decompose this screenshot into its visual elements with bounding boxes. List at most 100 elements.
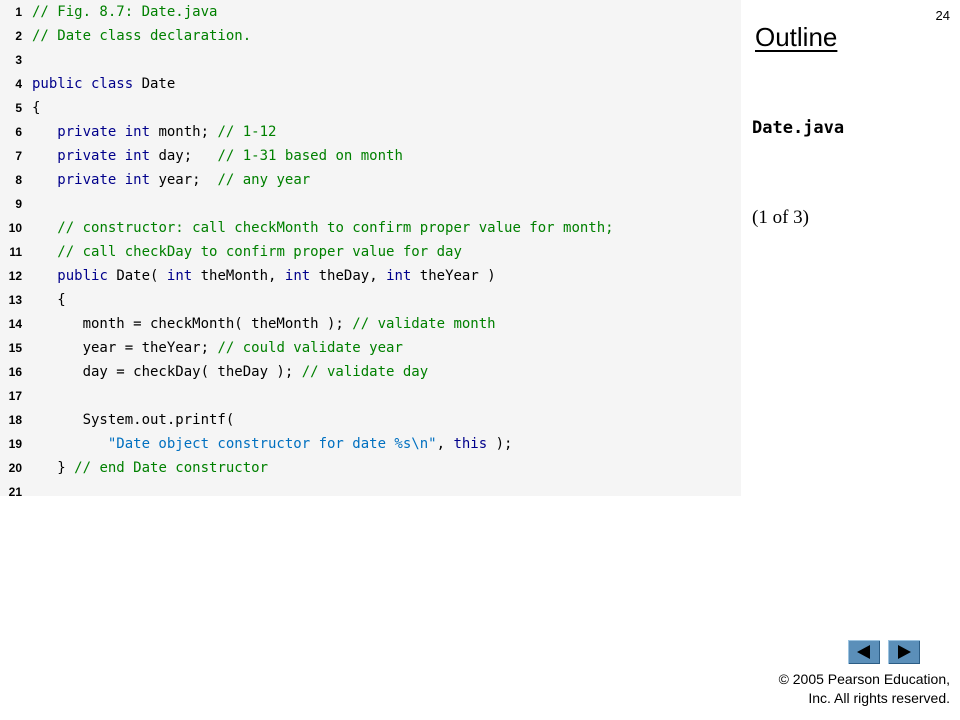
line-number: 19: [8, 437, 22, 451]
code-text: // Fig. 8.7: Date.java: [32, 0, 217, 24]
code-line: 6 private int month; // 1-12: [0, 120, 741, 144]
code-token: public class: [32, 76, 142, 92]
code-line: 1 // Fig. 8.7: Date.java: [0, 0, 741, 24]
code-token: theYear ): [419, 268, 496, 284]
code-token: // validate month: [352, 316, 496, 332]
code-token: );: [487, 436, 513, 452]
line-number: 18: [8, 413, 22, 427]
line-number: 5: [15, 101, 22, 115]
line-number: 8: [15, 173, 22, 187]
code-text: {: [32, 96, 40, 120]
line-number: 14: [8, 317, 22, 331]
code-text: // call checkDay to confirm proper value…: [32, 240, 462, 264]
code-token: // end Date constructor: [74, 460, 269, 476]
code-text: public Date( int theMonth, int theDay, i…: [32, 264, 496, 288]
code-line: 15 year = theYear; // could validate yea…: [0, 336, 741, 360]
code-token: // could validate year: [217, 340, 403, 356]
code-token: // validate day: [301, 364, 429, 380]
previous-slide-button[interactable]: [848, 640, 880, 664]
code-text: } // end Date constructor: [32, 456, 268, 480]
code-text: day = checkDay( theDay ); // validate da…: [32, 360, 429, 384]
code-token: // any year: [217, 172, 311, 188]
copyright-line-2: Inc. All rights reserved.: [808, 690, 950, 706]
triangle-left-icon: [857, 645, 870, 659]
code-token: // Date class declaration.: [32, 28, 252, 44]
file-name-label: Date.java: [752, 118, 845, 138]
line-number: 9: [15, 197, 22, 211]
page-indicator: (1 of 3): [752, 207, 809, 228]
code-line: 7 private int day; // 1-31 based on mont…: [0, 144, 741, 168]
code-line: 8 private int year; // any year: [0, 168, 741, 192]
code-text: year = theYear; // could validate year: [32, 336, 403, 360]
line-number: 12: [8, 269, 22, 283]
code-token: // 1-31 based on month: [217, 148, 403, 164]
code-token: day = checkDay( theDay );: [32, 364, 302, 380]
line-number: 10: [8, 221, 22, 235]
outline-title: Outline: [755, 22, 838, 52]
code-token: month = checkMonth( theMonth );: [32, 316, 353, 332]
code-token: ,: [436, 436, 454, 452]
line-number: 20: [8, 461, 22, 475]
code-token: month;: [158, 124, 218, 140]
code-token: // constructor: call checkMonth to confi…: [57, 220, 614, 236]
line-number: 11: [9, 245, 22, 259]
code-token: this: [453, 436, 488, 452]
code-line: 13 {: [0, 288, 741, 312]
code-text: private int month; // 1-12: [32, 120, 276, 144]
code-token: // Fig. 8.7: Date.java: [32, 4, 218, 20]
code-line: 21: [0, 480, 741, 504]
line-number: 4: [15, 77, 22, 91]
code-text: System.out.printf(: [32, 408, 235, 432]
code-token: "Date object constructor for date %s\n": [107, 436, 437, 452]
line-number: 6: [15, 125, 22, 139]
code-token: Date: [141, 76, 176, 92]
code-token: year = theYear;: [32, 340, 218, 356]
line-number: 13: [8, 293, 22, 307]
code-token: int: [166, 268, 201, 284]
code-line: 18 System.out.printf(: [0, 408, 741, 432]
code-token: theMonth,: [200, 268, 285, 284]
code-text: month = checkMonth( theMonth ); // valid…: [32, 312, 496, 336]
code-text: // Date class declaration.: [32, 24, 251, 48]
code-text: private int day; // 1-31 based on month: [32, 144, 403, 168]
line-number: 21: [8, 485, 22, 499]
code-line: 20 } // end Date constructor: [0, 456, 741, 480]
code-token: {: [32, 292, 66, 308]
line-number: 15: [8, 341, 22, 355]
code-token: // call checkDay to confirm proper value…: [57, 244, 462, 260]
line-number: 3: [15, 53, 22, 67]
code-line: 4 public class Date: [0, 72, 741, 96]
code-line: 14 month = checkMonth( theMonth ); // va…: [0, 312, 741, 336]
code-token: private int: [57, 148, 159, 164]
code-token: private int: [57, 124, 159, 140]
code-token: // 1-12: [217, 124, 277, 140]
code-text: // constructor: call checkMonth to confi…: [32, 216, 614, 240]
code-token: Date(: [116, 268, 167, 284]
code-token: System.out.printf(: [32, 412, 235, 428]
code-text: "Date object constructor for date %s\n",…: [32, 432, 513, 456]
code-token: day;: [158, 148, 218, 164]
code-line: 17: [0, 384, 741, 408]
code-token: }: [32, 460, 75, 476]
copyright-line-1: © 2005 Pearson Education,: [778, 671, 950, 687]
line-number: 17: [8, 389, 22, 403]
code-line: 3: [0, 48, 741, 72]
code-token: theDay,: [318, 268, 387, 284]
code-line: 10 // constructor: call checkMonth to co…: [0, 216, 741, 240]
page-number: 24: [935, 8, 950, 23]
code-token: private int: [57, 172, 159, 188]
next-slide-button[interactable]: [888, 640, 920, 664]
code-line: 5{: [0, 96, 741, 120]
code-line: 9: [0, 192, 741, 216]
code-text: private int year; // any year: [32, 168, 310, 192]
code-line: 12 public Date( int theMonth, int theDay…: [0, 264, 741, 288]
code-line: 16 day = checkDay( theDay ); // validate…: [0, 360, 741, 384]
line-number: 7: [15, 149, 22, 163]
code-line: 19 "Date object constructor for date %s\…: [0, 432, 741, 456]
